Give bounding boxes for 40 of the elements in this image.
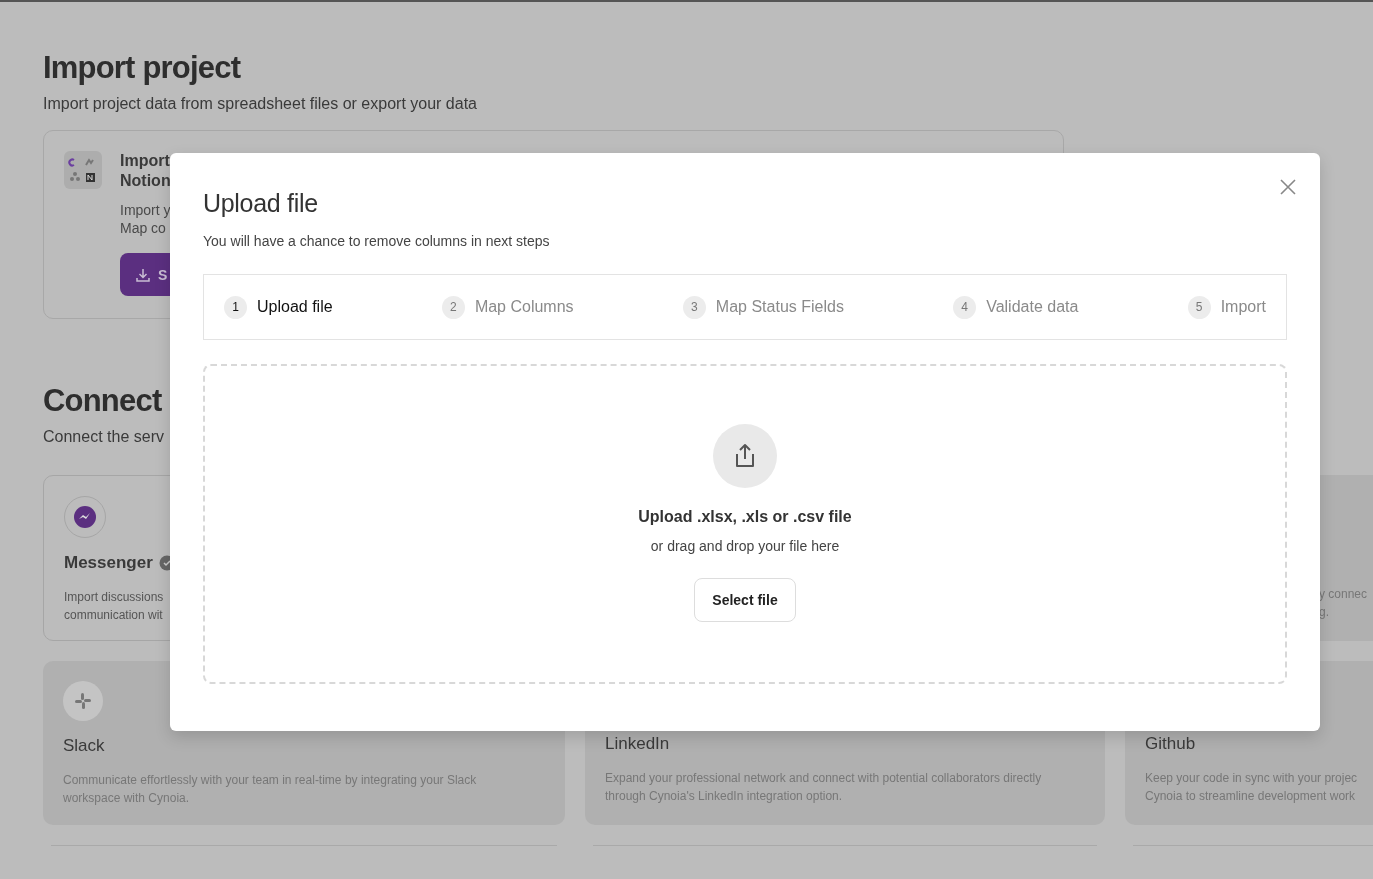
modal-subtitle: You will have a chance to remove columns in next steps [203, 232, 551, 250]
step-tab[interactable]: 4 Validate data [953, 295, 1079, 319]
card-description: Import y [120, 201, 171, 219]
step-number: 1 [224, 295, 247, 319]
close-icon [1280, 179, 1296, 195]
step-tab[interactable]: 1 Upload file [224, 295, 333, 319]
page-title: Import project [43, 49, 242, 87]
step-number: 4 [953, 295, 977, 319]
card-description: Expand your professional network and connect with potential collaborators directly [605, 770, 1043, 787]
card-description: Map co [120, 219, 167, 237]
dropzone-hint: or drag and drop your file here [650, 538, 840, 554]
card-description: Import discussions [64, 589, 165, 606]
card-title: Messenger [64, 552, 153, 574]
step-tab[interactable]: 2 Map Columns [441, 295, 574, 319]
step-tab[interactable]: 3 Map Status Fields [682, 295, 844, 319]
download-icon [136, 267, 150, 282]
dropzone-title: Upload .xlsx, .xls or .csv file [638, 508, 852, 526]
step-number: 2 [441, 295, 465, 319]
card-description: workspace with Cynoia. [63, 790, 191, 807]
slack-icon [73, 691, 93, 711]
start-import-button[interactable]: S [120, 253, 170, 296]
section-title: Connect [43, 382, 163, 420]
section-subtitle: Connect the serv [43, 427, 165, 447]
card-title: Import [120, 151, 171, 171]
card-title: Notion [120, 171, 171, 191]
step-number: 5 [1187, 295, 1211, 319]
card-title: Github [1145, 733, 1196, 755]
card-description: communication wit [64, 607, 164, 624]
card-description: through Cynoia's LinkedIn integration option. [605, 788, 844, 805]
messenger-icon [73, 505, 97, 529]
card-description: Cynoia to streamline development work [1145, 788, 1357, 805]
step-tab[interactable]: 5 Import [1187, 295, 1266, 319]
modal-title: Upload file [203, 188, 319, 219]
file-dropzone[interactable]: Upload .xlsx, .xls or .csv file or drag and drop your file here Select file [203, 364, 1287, 684]
card-title: LinkedIn [605, 733, 670, 755]
select-file-button[interactable]: Select file [694, 578, 796, 622]
page-subtitle: Import project data from spreadsheet files or export your data [43, 94, 478, 114]
card-description: Keep your code in sync with your projec [1145, 770, 1359, 787]
step-number: 3 [682, 295, 706, 319]
card-title: Slack [63, 735, 105, 757]
